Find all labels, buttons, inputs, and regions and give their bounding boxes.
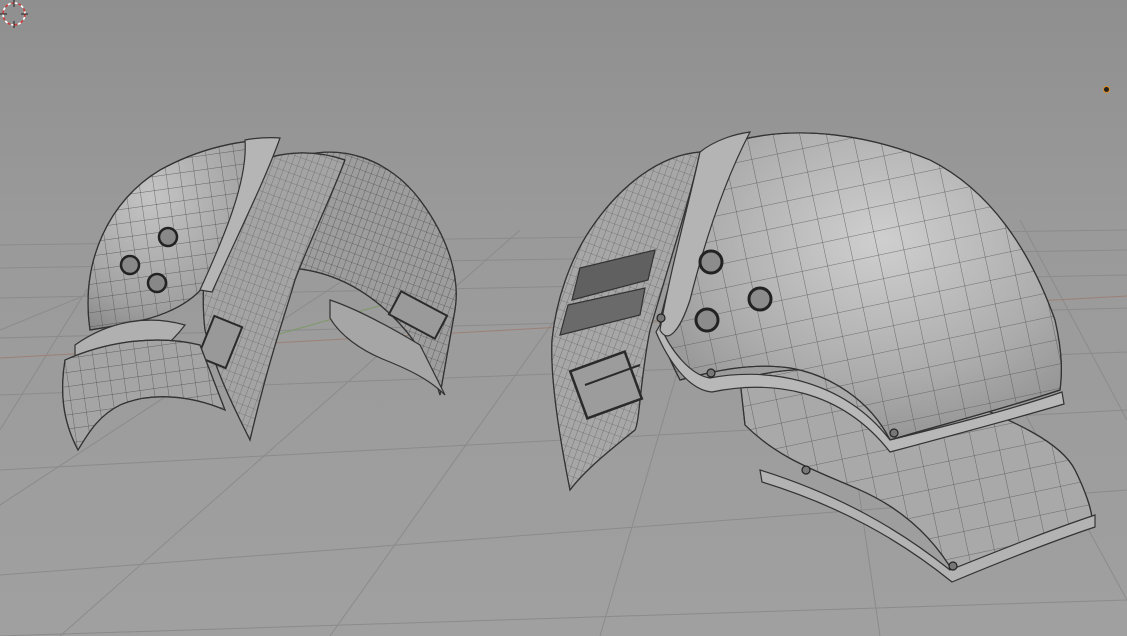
3d-cursor-icon[interactable]: [0, 0, 28, 28]
right-shoulder-armor[interactable]: [551, 131, 1096, 583]
3d-viewport[interactable]: [0, 0, 1127, 636]
light-icon[interactable]: [1103, 86, 1110, 93]
left-shoulder-armor[interactable]: [61, 137, 457, 452]
scene-canvas[interactable]: [0, 0, 1127, 636]
